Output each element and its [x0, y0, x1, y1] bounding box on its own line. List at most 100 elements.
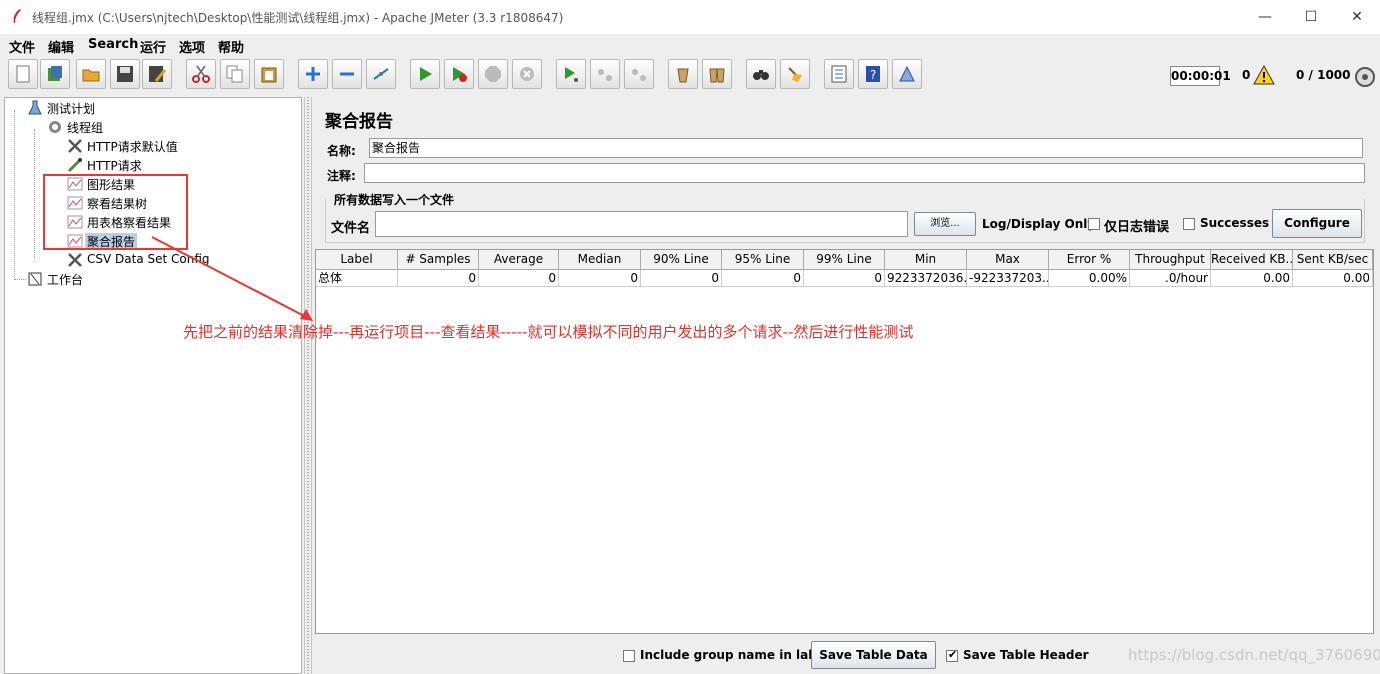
function-helper-icon [831, 65, 847, 83]
include-group-checkbox[interactable] [623, 650, 635, 662]
clear-all-button[interactable] [702, 59, 732, 89]
paste-button[interactable] [254, 59, 284, 89]
menu-file[interactable]: 文件 [9, 37, 35, 56]
successes-checkbox[interactable] [1183, 218, 1195, 230]
tree-item-label: HTTP请求 [87, 159, 142, 173]
templates-button[interactable] [40, 59, 70, 89]
clear-button[interactable] [668, 59, 698, 89]
copy-button[interactable] [220, 59, 250, 89]
comment-input[interactable] [364, 163, 1365, 183]
remote-shutdown-button[interactable] [624, 59, 654, 89]
split-pane-divider[interactable] [304, 97, 312, 674]
toggle-icon [373, 68, 389, 80]
filename-input[interactable] [375, 211, 908, 237]
tree-item-label: 测试计划 [47, 102, 96, 116]
column-header[interactable]: Throughput [1130, 250, 1211, 270]
reset-search-button[interactable] [780, 59, 810, 89]
panel-title: 聚合报告 [325, 112, 393, 132]
menu-edit[interactable]: 编辑 [48, 37, 74, 56]
save-button[interactable] [110, 59, 140, 89]
clear-icon [677, 68, 689, 83]
table-cell[interactable]: 0 [398, 270, 479, 287]
save-table-data-button[interactable]: Save Table Data [811, 641, 936, 669]
column-header[interactable]: Label [316, 250, 398, 270]
table-cell[interactable]: -922337203... [967, 270, 1049, 287]
save-as-button[interactable] [142, 59, 172, 89]
remote-start-button[interactable] [556, 59, 586, 89]
stop-button[interactable] [478, 59, 508, 89]
table-cell[interactable]: 0.00 [1211, 270, 1293, 287]
remote-start-icon [565, 67, 578, 82]
table-cell[interactable]: 0.00% [1049, 270, 1130, 287]
column-header[interactable]: Max [967, 250, 1049, 270]
open-button[interactable] [76, 59, 106, 89]
tree-item-label: 工作台 [47, 273, 84, 287]
column-header[interactable]: Received KB... [1211, 250, 1293, 270]
copy-icon [226, 65, 243, 83]
start-button[interactable] [410, 59, 440, 89]
cut-button[interactable] [186, 59, 216, 89]
search-button[interactable] [746, 59, 776, 89]
close-button[interactable]: ✕ [1334, 0, 1380, 34]
column-header[interactable]: 90% Line [641, 250, 722, 270]
column-header[interactable]: Median [559, 250, 641, 270]
menu-options[interactable]: 选项 [179, 37, 205, 56]
start-no-pause-button[interactable] [444, 59, 474, 89]
errors-only-checkbox[interactable] [1088, 218, 1100, 230]
configure-button[interactable]: Configure [1272, 209, 1362, 238]
table-cell[interactable]: 0 [722, 270, 804, 287]
column-header[interactable]: Average [479, 250, 559, 270]
warning-icon[interactable] [1253, 65, 1275, 85]
name-input[interactable]: 聚合报告 [369, 138, 1363, 158]
toolbar: ? 00:00:01 0 0 / 1000 [0, 56, 1380, 94]
menu-bar: 文件 编辑 Search 运行 选项 帮助 [0, 34, 1380, 56]
remote-stop-button[interactable] [590, 59, 620, 89]
table-cell[interactable]: 9223372036... [885, 270, 967, 287]
save-table-header-checkbox[interactable] [946, 648, 958, 662]
column-header[interactable]: Error % [1049, 250, 1130, 270]
toggle-button[interactable] [366, 59, 396, 89]
save-as-icon [149, 66, 166, 82]
table-cell[interactable]: 0.00 [1293, 270, 1373, 287]
remote-shutdown-icon [632, 69, 646, 81]
aggregate-table[interactable]: Label # Samples Average Median 90% Line … [315, 249, 1374, 634]
help-icon: ? [866, 66, 880, 82]
column-header[interactable]: # Samples [398, 250, 479, 270]
browse-button[interactable]: 浏览... [914, 212, 976, 236]
maximize-button[interactable]: ☐ [1288, 0, 1334, 34]
start-no-pause-icon [453, 67, 467, 82]
shutdown-button[interactable] [512, 59, 542, 89]
jmeter-feather-icon [13, 9, 21, 23]
table-cell[interactable]: 总体 [316, 270, 398, 287]
menu-help[interactable]: 帮助 [218, 37, 244, 56]
collapse-button[interactable] [332, 59, 362, 89]
annotation-arrow [151, 236, 313, 321]
column-header[interactable]: Sent KB/sec [1293, 250, 1373, 270]
comment-label: 注释: [327, 169, 356, 183]
column-header[interactable]: 99% Line [804, 250, 885, 270]
wrench-icon [68, 253, 82, 267]
menu-search[interactable]: Search [88, 37, 138, 52]
new-button[interactable] [8, 59, 38, 89]
elapsed-timer: 00:00:01 [1170, 66, 1231, 86]
table-cell[interactable]: 0 [479, 270, 559, 287]
name-label: 名称: [327, 144, 356, 158]
table-cell[interactable]: 0 [559, 270, 641, 287]
menu-run[interactable]: 运行 [140, 37, 166, 56]
tree-line [14, 110, 15, 280]
column-header[interactable]: 95% Line [722, 250, 804, 270]
remote-status-icon [1355, 67, 1375, 87]
log-viewer-button[interactable] [892, 59, 922, 89]
help-button[interactable]: ? [858, 59, 888, 89]
function-helper-button[interactable] [824, 59, 854, 89]
minimize-button[interactable]: — [1242, 0, 1288, 34]
table-cell[interactable]: 0 [804, 270, 885, 287]
reset-search-icon [788, 67, 802, 82]
column-header[interactable]: Min [885, 250, 967, 270]
table-cell[interactable]: 0 [641, 270, 722, 287]
expand-button[interactable] [298, 59, 328, 89]
table-cell[interactable]: .0/hour [1130, 270, 1211, 287]
save-icon [117, 66, 133, 82]
wrench-icon [68, 139, 82, 153]
window-title: 线程组.jmx (C:\Users\njtech\Desktop\性能测试\线程… [32, 11, 564, 25]
